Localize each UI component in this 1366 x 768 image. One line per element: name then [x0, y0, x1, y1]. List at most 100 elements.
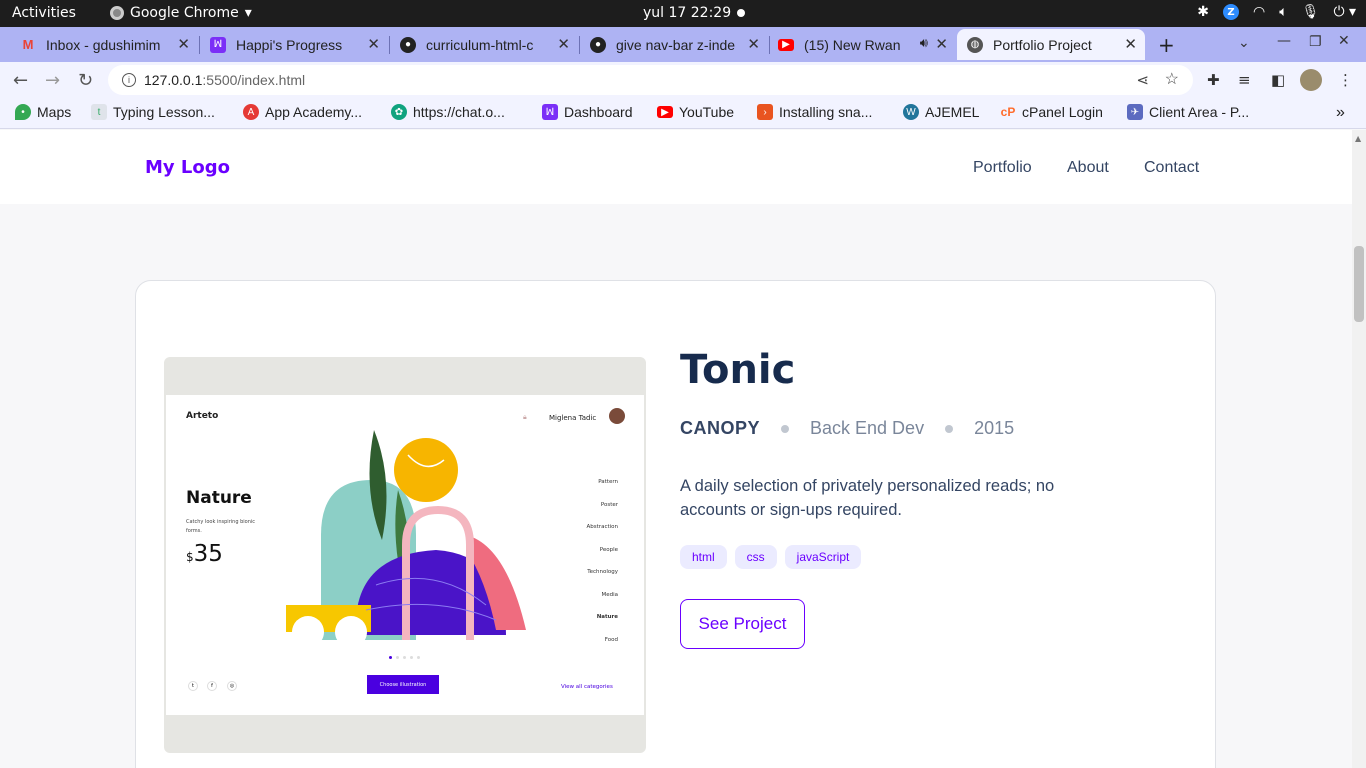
close-tab-icon[interactable]: ✕ [367, 35, 380, 53]
bookmark-cpanel[interactable]: cP cPanel Login [1000, 104, 1103, 120]
tab-title: (15) New Rwan [804, 36, 901, 53]
close-tab-icon[interactable]: ✕ [177, 35, 190, 53]
meta-separator-dot [945, 424, 954, 433]
tab-title: Inbox - gdushimim [46, 36, 161, 53]
media-control-icon[interactable]: ≡ [1238, 71, 1251, 89]
bookmark-label: https://chat.o... [413, 104, 505, 120]
mock-categories: Pattern Poster Abstraction People Techno… [587, 471, 618, 651]
bookmark-youtube[interactable]: ▶ YouTube [657, 104, 734, 120]
site-info-icon[interactable]: i [122, 73, 136, 87]
tab-title: give nav-bar z-inde [616, 36, 736, 53]
instagram-icon: ◎ [227, 681, 237, 691]
nav-link-about[interactable]: About [1067, 159, 1109, 177]
page-scrollbar[interactable]: ▲ [1352, 130, 1366, 768]
clock[interactable]: yul 17 22:29 [643, 5, 731, 21]
browser-toolbar: ← → ↻ i 127.0.0.1 :5500/index.html ⋖ ☆ ✚… [0, 62, 1366, 97]
project-meta: CANOPY Back End Dev 2015 [680, 418, 1014, 439]
back-arrow-icon[interactable]: ← [13, 70, 28, 91]
tab-title: curriculum-html-c [426, 36, 534, 53]
zoom-tray-icon[interactable]: Z [1223, 4, 1240, 20]
close-tab-icon[interactable]: ✕ [1124, 35, 1137, 53]
bookmarks-bar: • Maps t Typing Lesson... A App Academy... … [0, 97, 1366, 129]
see-project-button[interactable]: See Project [680, 599, 805, 649]
tab-curriculum[interactable]: ● curriculum-html-c ✕ [390, 29, 578, 60]
project-year: 2015 [974, 418, 1015, 438]
twitter-icon: t [188, 681, 198, 691]
share-icon[interactable]: ⋖ [1136, 71, 1149, 89]
bookmark-chat[interactable]: ✿ https://chat.o... [391, 104, 505, 120]
tab-inbox[interactable]: M Inbox - gdushimim ✕ [10, 29, 198, 60]
close-window-icon[interactable]: ✕ [1338, 33, 1350, 49]
new-tab-plus-icon[interactable]: + [1158, 33, 1175, 57]
nav-link-contact[interactable]: Contact [1144, 159, 1199, 177]
reload-icon[interactable]: ↻ [78, 70, 93, 91]
system-top-bar: Activities Google Chrome ▾ yul 17 22:29 … [0, 0, 1366, 27]
bookmark-app-academy[interactable]: A App Academy... [243, 104, 362, 120]
audio-playing-icon[interactable]: 🔊︎ [920, 35, 928, 51]
mock-category: Pattern [598, 479, 618, 485]
nav-link-portfolio[interactable]: Portfolio [973, 159, 1032, 177]
project-card: Arteto 🔒︎ Miglena Tadic Nature Catchy lo… [135, 280, 1216, 768]
more-bookmarks-chevron-icon[interactable]: » [1336, 104, 1345, 122]
close-tab-icon[interactable]: ✕ [557, 35, 570, 53]
close-tab-icon[interactable]: ✕ [935, 35, 948, 53]
mock-category-selected: Nature [596, 614, 618, 620]
mock-category: Food [604, 636, 618, 643]
bookmark-label: Installing sna... [779, 104, 873, 120]
extension-indicator-icon[interactable]: ✱ [1197, 4, 1209, 20]
scroll-up-arrow-icon[interactable]: ▲ [1355, 134, 1361, 143]
facebook-icon: f [207, 681, 217, 691]
side-panel-icon[interactable]: ◧ [1271, 71, 1285, 89]
project-title: Tonic [680, 347, 796, 393]
tab-portfolio-project[interactable]: ◍ Portfolio Project ✕ [957, 29, 1145, 60]
forward-arrow-icon[interactable]: → [45, 70, 60, 91]
tab-youtube[interactable]: ▶ (15) New Rwan 🔊︎ ✕ [770, 29, 956, 60]
tab-strip: M Inbox - gdushimim ✕ ꟽ Happi's Progress… [0, 27, 1366, 62]
tab-title: Portfolio Project [993, 36, 1092, 53]
github-icon: ● [400, 36, 416, 53]
mock-view-all-link: View all categories [561, 684, 613, 690]
bookmark-installing-snap[interactable]: › Installing sna... [757, 104, 872, 120]
bookmark-typing[interactable]: t Typing Lesson... [91, 104, 215, 120]
site-header: My Logo Portfolio About Contact [0, 130, 1352, 204]
bookmark-star-icon[interactable]: ☆ [1165, 69, 1179, 89]
youtube-icon: ▶ [657, 106, 673, 118]
extensions-puzzle-icon[interactable]: ✚ [1207, 71, 1220, 89]
kebab-menu-icon[interactable]: ⋮ [1338, 71, 1353, 89]
address-bar[interactable]: i 127.0.0.1 :5500/index.html ⋖ ☆ [108, 65, 1193, 95]
power-icon[interactable]: ⏻ ▾ [1333, 4, 1356, 20]
app-menu-button[interactable]: Google Chrome ▾ [110, 5, 252, 21]
bookmark-maps[interactable]: • Maps [15, 104, 71, 120]
minimize-icon[interactable]: — [1277, 33, 1291, 49]
tag-javascript: javaScript [784, 545, 862, 569]
mock-category: Abstraction [586, 524, 618, 530]
bookmark-label: App Academy... [265, 104, 363, 120]
tab-give-nav-bar[interactable]: ● give nav-bar z-inde ✕ [580, 29, 768, 60]
project-screenshot: Arteto 🔒︎ Miglena Tadic Nature Catchy lo… [164, 357, 646, 753]
github-icon: ● [590, 36, 606, 53]
bookmark-label: YouTube [679, 104, 735, 120]
scrollbar-thumb[interactable] [1354, 246, 1364, 322]
site-logo[interactable]: My Logo [145, 157, 230, 178]
microphone-icon[interactable]: 🎙︎ [1302, 4, 1320, 20]
restore-icon[interactable]: ❐ [1309, 34, 1322, 50]
profile-avatar[interactable] [1300, 69, 1322, 91]
url-host: 127.0.0.1 [144, 72, 203, 88]
tab-search-chevron-icon[interactable]: ⌄ [1238, 35, 1250, 51]
mock-category: People [599, 546, 618, 553]
bookmark-label: Client Area - P... [1149, 104, 1250, 120]
close-tab-icon[interactable]: ✕ [747, 35, 760, 53]
volume-icon[interactable]: 🔈︎ [1279, 4, 1287, 20]
bookmark-dashboard[interactable]: ꟽ Dashboard [542, 104, 633, 120]
mock-category: Technology [587, 569, 618, 575]
notification-dot-icon [737, 9, 745, 17]
wifi-icon[interactable]: ◠ [1253, 4, 1265, 20]
tab-happis-progress[interactable]: ꟽ Happi's Progress ✕ [200, 29, 388, 60]
app-academy-icon: A [243, 104, 259, 120]
activities-button[interactable]: Activities [12, 5, 76, 21]
bookmark-ajemel[interactable]: W AJEMEL [903, 104, 979, 120]
typing-icon: t [91, 104, 107, 120]
app-name: Google Chrome [130, 5, 239, 21]
youtube-icon: ▶ [778, 38, 794, 51]
bookmark-client-area[interactable]: ✈ Client Area - P... [1127, 104, 1249, 120]
